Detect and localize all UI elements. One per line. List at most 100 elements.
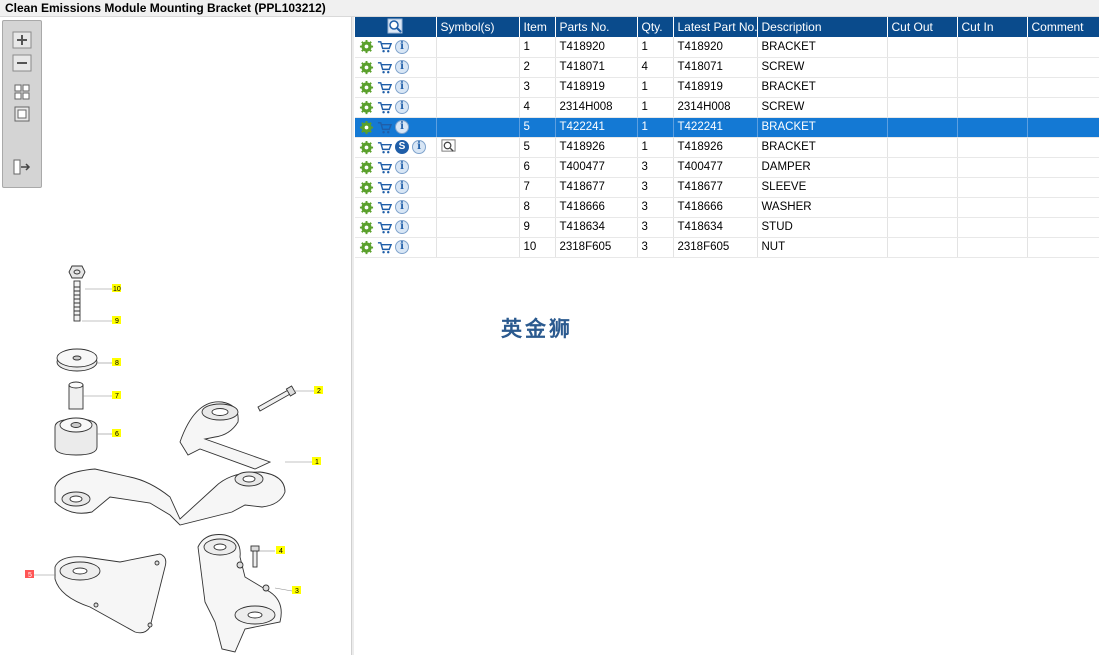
row-part-no-cell: T418071 [555,57,638,78]
row-latest-part-no-cell: T418677 [673,177,758,198]
info-icon[interactable]: i [395,200,409,214]
zoom-in-button[interactable] [12,31,32,49]
callout-5[interactable]: 5 [28,572,32,579]
gear-icon[interactable] [359,160,374,175]
info-icon[interactable]: i [395,100,409,114]
exploded-parts-diagram[interactable]: 10 9 8 7 6 2 1 4 3 5 [0,257,351,655]
column-header-parts-no[interactable]: Parts No. [555,17,638,37]
gear-icon[interactable] [359,200,374,215]
table-row[interactable]: S i 8 T418666 3 T418666 WASHER [355,197,1099,218]
info-icon[interactable]: i [395,220,409,234]
cart-icon[interactable] [377,220,392,235]
gear-icon[interactable] [359,80,374,95]
fit-all-button[interactable] [12,83,32,101]
cart-icon[interactable] [377,240,392,255]
cart-icon[interactable] [377,200,392,215]
column-header-comment[interactable]: Comment [1027,17,1099,37]
row-actions-cell: S i [355,37,437,58]
gear-icon[interactable] [359,140,374,155]
row-qty-cell: 4 [637,57,674,78]
cart-icon[interactable] [377,60,392,75]
table-row[interactable]: S i 2 T418071 4 T418071 SCREW [355,57,1099,78]
table-row[interactable]: S i 5 T422241 1 T422241 BRACKET [355,117,1099,138]
table-row[interactable]: S i 6 T400477 3 T400477 DAMPER [355,157,1099,178]
callout-7[interactable]: 7 [115,393,119,400]
callout-6[interactable]: 6 [115,431,119,438]
row-cut-in-cell [957,37,1028,58]
gear-icon[interactable] [359,240,374,255]
zoom-out-button[interactable] [12,54,32,72]
gear-icon[interactable] [359,100,374,115]
column-header-cut-in[interactable]: Cut In [957,17,1028,37]
column-header-qty[interactable]: Qty. [637,17,674,37]
row-cut-out-cell [887,237,958,258]
cart-icon[interactable] [377,39,392,54]
callout-3[interactable]: 3 [295,588,299,595]
table-row[interactable]: S i 3 T418919 1 T418919 BRACKET [355,77,1099,98]
column-header-symbols[interactable]: Symbol(s) [436,17,520,37]
column-header-description[interactable]: Description [757,17,888,37]
info-icon[interactable]: i [395,240,409,254]
info-icon[interactable]: i [395,80,409,94]
callout-8[interactable]: 8 [115,360,119,367]
row-symbols-cell [436,37,520,58]
table-row[interactable]: S i 4 2314H008 1 2314H008 SCREW [355,97,1099,118]
table-row[interactable]: S i 10 2318F605 3 2318F605 NUT [355,237,1099,258]
info-icon[interactable]: i [395,120,409,134]
actual-size-button[interactable] [12,105,32,123]
row-item-cell: 9 [519,217,556,238]
row-description-cell: STUD [757,217,888,238]
cart-icon[interactable] [377,180,392,195]
row-qty-cell: 1 [637,37,674,58]
table-row[interactable]: S i 9 T418634 3 T418634 STUD [355,217,1099,238]
gear-icon[interactable] [359,39,374,54]
row-part-no-cell: 2318F605 [555,237,638,258]
table-row[interactable]: S i 7 T418677 3 T418677 SLEEVE [355,177,1099,198]
info-icon[interactable]: i [395,180,409,194]
row-cut-out-cell [887,137,958,158]
gear-icon[interactable] [359,60,374,75]
row-description-cell: BRACKET [757,117,888,138]
magnifier-icon[interactable] [387,18,403,34]
cart-icon[interactable] [377,100,392,115]
supersession-icon[interactable]: S [395,140,409,154]
row-cut-in-cell [957,77,1028,98]
row-item-cell: 5 [519,137,556,158]
export-button[interactable] [12,158,32,176]
info-icon[interactable]: i [395,160,409,174]
row-part-no-cell: T418926 [555,137,638,158]
pane-splitter[interactable] [351,17,354,655]
info-icon[interactable]: i [395,39,409,54]
callout-10[interactable]: 10 [113,286,121,293]
zoom-preview-icon[interactable] [440,138,456,153]
diagram-pane[interactable]: 10 9 8 7 6 2 1 4 3 5 [0,17,351,655]
callout-4[interactable]: 4 [279,548,283,555]
row-symbols-cell [436,137,520,158]
row-latest-part-no-cell: T418920 [673,37,758,58]
callout-9[interactable]: 9 [115,318,119,325]
column-header-actions[interactable] [355,17,437,37]
row-item-cell: 6 [519,157,556,178]
gear-icon[interactable] [359,220,374,235]
row-cut-in-cell [957,217,1028,238]
gear-icon[interactable] [359,120,374,135]
cart-icon[interactable] [377,120,392,135]
info-icon[interactable]: i [395,60,409,74]
cart-icon[interactable] [377,140,392,155]
column-header-latest-part-no[interactable]: Latest Part No. [673,17,758,37]
row-description-cell: SCREW [757,57,888,78]
cart-icon[interactable] [377,160,392,175]
column-header-cut-out[interactable]: Cut Out [887,17,958,37]
cart-icon[interactable] [377,80,392,95]
callout-1[interactable]: 1 [315,459,319,466]
gear-icon[interactable] [359,180,374,195]
column-header-item[interactable]: Item [519,17,556,37]
row-symbols-cell [436,157,520,178]
row-qty-cell: 1 [637,137,674,158]
row-item-cell: 5 [519,117,556,138]
callout-2[interactable]: 2 [317,388,321,395]
watermark-logo: 英金狮 [501,317,573,341]
info-icon[interactable]: i [412,140,426,154]
table-row[interactable]: S i 1 T418920 1 T418920 BRACKET [355,37,1099,58]
table-row[interactable]: S i 5 T418926 1 T418926 BRACKET [355,137,1099,158]
